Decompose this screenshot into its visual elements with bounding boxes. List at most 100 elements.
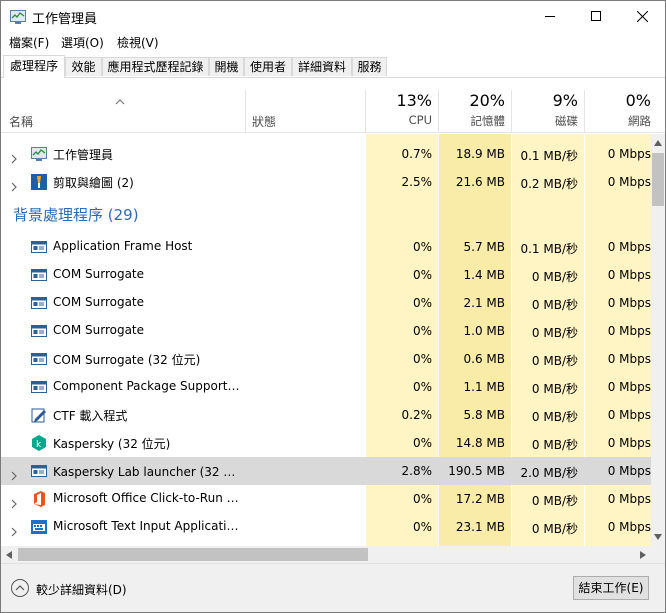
process-row[interactable]: COM Surrogate 0% 2.1 MB 0 MB/秒 0 Mbps: [1, 289, 651, 317]
process-name: CTF 載入程式: [53, 409, 128, 423]
vertical-scroll-thumb[interactable]: [652, 153, 664, 206]
ctf-pen-icon: [31, 407, 47, 423]
column-name[interactable]: 名稱: [9, 113, 33, 130]
process-disk-value: 0 MB/秒: [531, 494, 578, 508]
process-row[interactable]: Application Frame Host 0% 5.7 MB 0.1 MB/秒 0 …: [1, 233, 651, 261]
process-row[interactable]: COM Surrogate 0% 1.0 MB 0 MB/秒 0 Mbps: [1, 317, 651, 345]
tab-details[interactable]: 詳細資料: [292, 57, 352, 76]
scroll-down-icon[interactable]: [654, 534, 662, 540]
task-manager-icon: [10, 9, 26, 24]
tab-startup[interactable]: 開機: [209, 57, 244, 76]
process-list: 工作管理員 0.7% 18.9 MB 0.1 MB/秒 0 Mbps 剪取與繪圖 (2) 2…: [1, 134, 651, 546]
process-disk-value: 0 MB/秒: [531, 270, 578, 284]
column-header: 名稱 狀態 13% CPU 20% 記憶體 9% 磁碟 0% 網路: [1, 78, 665, 133]
column-divider[interactable]: [438, 90, 439, 132]
process-cpu-value: 0%: [412, 352, 432, 366]
column-memory[interactable]: 記憶體: [440, 113, 506, 129]
column-network[interactable]: 網路: [586, 113, 651, 129]
tab-performance[interactable]: 效能: [65, 57, 102, 76]
process-row[interactable]: 工作管理員 0.7% 18.9 MB 0.1 MB/秒 0 Mbps: [1, 140, 651, 168]
horizontal-scrollbar[interactable]: [1, 546, 651, 563]
scroll-right-icon[interactable]: [640, 551, 646, 559]
minimize-button[interactable]: [527, 1, 573, 31]
process-row[interactable]: COM Surrogate 0% 1.4 MB 0 MB/秒 0 Mbps: [1, 261, 651, 289]
process-name: 工作管理員: [53, 148, 114, 162]
maximize-button[interactable]: [573, 1, 619, 31]
expand-chevron-icon[interactable]: [9, 149, 19, 164]
process-network-value: 0 Mbps: [607, 268, 651, 282]
process-row[interactable]: Microsoft Office Click-to-Run (S... 0% 17.…: [1, 485, 651, 513]
process-name: COM Surrogate: [53, 267, 145, 281]
app-window-icon: [31, 239, 47, 255]
process-row[interactable]: COM Surrogate (32 位元) 0% 0.6 MB 0 MB/秒 0 Mbp…: [1, 345, 651, 373]
column-divider[interactable]: [511, 90, 512, 132]
process-network-value: 0 Mbps: [607, 464, 651, 478]
office-icon: [31, 491, 47, 507]
menu-file[interactable]: 檔案(F): [9, 34, 49, 51]
process-row[interactable]: CTF 載入程式 0.2% 5.8 MB 0 MB/秒 0 Mbps: [1, 401, 651, 429]
process-cpu-value: 0%: [412, 380, 432, 394]
expand-chevron-icon[interactable]: [9, 494, 19, 509]
process-name: Microsoft Office Click-to-Run (S...: [53, 491, 243, 505]
process-network-value: 0 Mbps: [607, 520, 651, 534]
snip-sketch-icon: [31, 174, 47, 190]
kaspersky-icon: k: [31, 435, 47, 451]
column-divider[interactable]: [245, 90, 246, 132]
expand-chevron-icon[interactable]: [9, 177, 19, 192]
fewer-details-link[interactable]: 較少詳細資料(D): [36, 581, 127, 598]
app-window-icon: [31, 267, 47, 283]
footer-bar: 較少詳細資料(D) 結束工作(E): [1, 563, 665, 612]
keyboard-icon: [31, 519, 47, 535]
tab-services[interactable]: 服務: [352, 57, 387, 76]
menu-options[interactable]: 選項(O): [61, 34, 104, 51]
process-network-value: 0 Mbps: [607, 380, 651, 394]
horizontal-scroll-thumb[interactable]: [18, 548, 368, 561]
task-manager-icon: [31, 146, 47, 162]
disk-total-percent[interactable]: 9%: [513, 91, 578, 110]
tab-processes[interactable]: 處理程序: [3, 55, 65, 78]
title-bar[interactable]: 工作管理員: [1, 1, 665, 31]
tab-users[interactable]: 使用者: [244, 57, 292, 76]
process-name: COM Surrogate: [53, 323, 145, 337]
process-name: COM Surrogate: [53, 295, 145, 309]
sort-ascending-icon: [115, 90, 125, 109]
group-title-background-processes: 背景處理程序 (29): [13, 206, 139, 224]
process-disk-value: 0 MB/秒: [531, 354, 578, 368]
network-total-percent[interactable]: 0%: [586, 91, 651, 110]
process-cpu-value: 0%: [412, 268, 432, 282]
process-name: Kaspersky (32 位元): [53, 437, 171, 451]
process-row[interactable]: Microsoft Text Input Applicatio... 0% 23.1…: [1, 513, 651, 541]
process-memory-value: 1.4 MB: [463, 268, 505, 282]
expand-chevron-icon[interactable]: [9, 522, 19, 537]
close-button[interactable]: [619, 1, 665, 31]
collapse-up-icon[interactable]: [10, 578, 30, 598]
process-memory-value: 14.8 MB: [455, 436, 505, 450]
column-status[interactable]: 狀態: [252, 113, 276, 130]
cpu-total-percent[interactable]: 13%: [367, 91, 432, 110]
column-divider[interactable]: [365, 90, 366, 132]
process-name: Microsoft Text Input Applicatio...: [53, 519, 243, 533]
process-memory-value: 21.6 MB: [455, 175, 505, 189]
process-row[interactable]: Kaspersky Lab launcher (32 位元) 2.8% 190.5 …: [1, 457, 651, 485]
scroll-up-icon[interactable]: [654, 140, 662, 146]
process-memory-value: 1.1 MB: [463, 380, 505, 394]
vertical-scrollbar[interactable]: [651, 134, 665, 546]
tab-app-history[interactable]: 應用程式歷程記錄: [102, 57, 209, 76]
expand-chevron-icon[interactable]: [9, 466, 19, 481]
menu-view[interactable]: 檢視(V): [117, 34, 159, 51]
process-cpu-value: 0%: [412, 324, 432, 338]
memory-total-percent[interactable]: 20%: [440, 91, 505, 110]
process-row[interactable]: 剪取與繪圖 (2) 2.5% 21.6 MB 0.2 MB/秒 0 Mbps: [1, 168, 651, 196]
end-task-button[interactable]: 結束工作(E): [573, 576, 649, 600]
process-row[interactable]: k Kaspersky (32 位元) 0% 14.8 MB 0 MB/秒 0 Mbps: [1, 429, 651, 457]
process-cpu-value: 0%: [412, 520, 432, 534]
scroll-left-icon[interactable]: [6, 551, 12, 559]
process-row[interactable]: Component Package Support S... 0% 1.1 MB 0 …: [1, 373, 651, 401]
app-window-icon: [31, 463, 47, 479]
process-name: Kaspersky Lab launcher (32 位元): [53, 465, 243, 479]
column-disk[interactable]: 磁碟: [513, 113, 578, 129]
process-cpu-value: 2.8%: [401, 464, 433, 478]
column-divider[interactable]: [584, 90, 585, 132]
process-network-value: 0 Mbps: [607, 296, 651, 310]
column-cpu[interactable]: CPU: [367, 113, 432, 127]
